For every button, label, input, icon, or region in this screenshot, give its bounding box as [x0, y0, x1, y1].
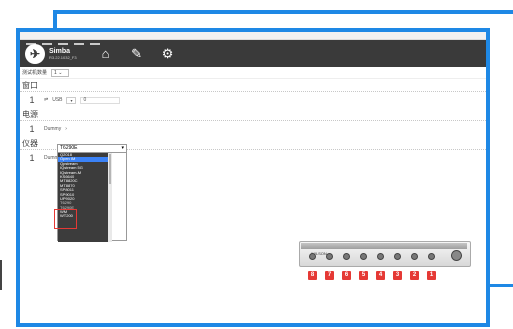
device-port — [309, 253, 316, 260]
port-row: 1 ⇌ USB ▾ 0 — [20, 92, 486, 108]
port-number-badge: 7 — [325, 271, 334, 280]
port-value-input[interactable]: 0 — [80, 96, 121, 104]
device-port — [394, 253, 401, 260]
dropdown-selected[interactable]: T6290E ▾ — [58, 145, 126, 153]
chevron-down-icon: ⌄ — [58, 69, 63, 76]
callout-line-top — [53, 10, 513, 14]
dropdown-scroll-thumb[interactable] — [109, 154, 111, 184]
port-type-select[interactable]: ▾ — [66, 96, 77, 104]
device-port — [428, 253, 435, 260]
menu-bar — [20, 32, 486, 45]
brand: Simba R3.22.1032_F3 — [49, 48, 77, 60]
device-knob — [451, 250, 462, 261]
port-number-badge: 3 — [393, 271, 402, 280]
device-image: WILSON 87654321 — [299, 241, 471, 283]
menu-item[interactable] — [42, 43, 52, 45]
tester-count-label: 测试机数量 — [22, 70, 48, 76]
callout-line-right — [490, 284, 513, 287]
section-title-port: 窗口 — [20, 79, 486, 92]
scrollbar-fragment — [0, 260, 2, 290]
port-number-badge: 4 — [376, 271, 385, 280]
chevron-right-icon[interactable]: › — [65, 126, 67, 132]
chevron-down-icon: ▾ — [121, 145, 124, 151]
device-port — [360, 253, 367, 260]
device-port — [377, 253, 384, 260]
tester-count-bar: 测试机数量 1 ⌄ — [20, 67, 486, 79]
port-type[interactable]: USB — [52, 97, 62, 103]
menu-item[interactable] — [58, 43, 68, 45]
row-index: 1 — [29, 153, 35, 163]
highlight-box — [54, 209, 77, 229]
port-number-badge: 5 — [359, 271, 368, 280]
app-version: R3.22.1032_F3 — [49, 54, 77, 60]
dropdown-selected-value: T6290E — [60, 145, 78, 151]
screenshot-stage: ✈ Simba R3.22.1032_F3 ⌂ ✎ ⚙ 测试机数量 1 ⌄ 窗口… — [0, 0, 513, 329]
usb-icon: ⇌ — [44, 97, 49, 103]
device-port — [343, 253, 350, 260]
device-port — [326, 253, 333, 260]
gear-icon[interactable]: ⚙ — [161, 40, 175, 67]
simba-logo-icon: ✈ — [25, 43, 45, 64]
port-number-badge: 1 — [427, 271, 436, 280]
app-name: Simba — [49, 47, 71, 55]
tester-count-select[interactable]: 1 ⌄ — [51, 68, 70, 77]
row-index: 1 — [29, 95, 35, 105]
menu-item[interactable] — [74, 43, 84, 45]
section-title-power: 电源 — [20, 108, 486, 121]
port-number-badge: 2 — [410, 271, 419, 280]
home-icon[interactable]: ⌂ — [99, 40, 113, 67]
port-number-badge: 6 — [342, 271, 351, 280]
power-value[interactable]: Dummy — [44, 126, 61, 132]
edit-icon[interactable]: ✎ — [130, 40, 144, 67]
row-index: 1 — [29, 124, 35, 134]
device-top — [301, 243, 467, 249]
device-port — [411, 253, 418, 260]
port-number-badge: 8 — [308, 271, 317, 280]
tester-count-value: 1 — [54, 69, 57, 76]
power-row: 1 Dummy › — [20, 121, 486, 137]
